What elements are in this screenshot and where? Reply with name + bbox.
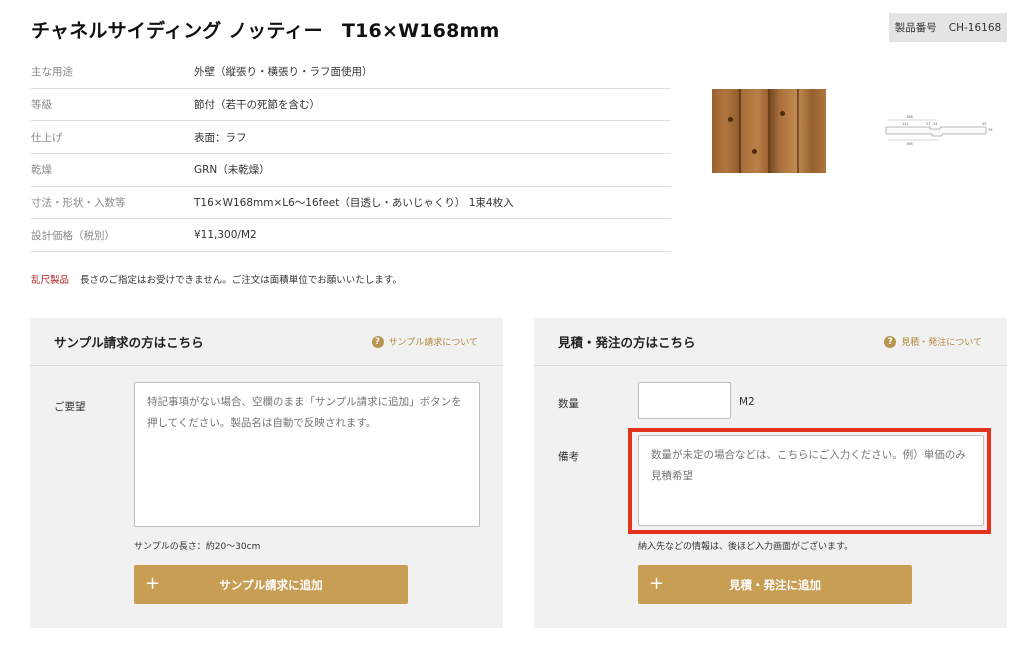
request-textarea[interactable]: [134, 382, 480, 527]
diagram-label: 45: [982, 122, 986, 126]
remarks-textarea[interactable]: [638, 435, 984, 526]
diagram-label: 24: [933, 122, 938, 126]
knot: [752, 149, 757, 154]
add-quote-button[interactable]: + 見積・発注に追加: [638, 565, 912, 604]
remarks-label: 備考: [558, 451, 579, 463]
spec-value: T16×W168mm×L6〜16feet（目透し・あいじゃくり） 1束4枚入: [194, 197, 514, 210]
diagram-label: 16: [988, 128, 992, 132]
order-help-link[interactable]: ? 見積・発注について: [884, 335, 982, 348]
quantity-label: 数量: [558, 398, 579, 410]
product-number-value: CH-16168: [948, 21, 1002, 34]
diagram-label: 27: [926, 122, 930, 126]
spec-value: GRN（未乾燥）: [194, 164, 270, 177]
order-help-link-label: 見積・発注について: [901, 338, 982, 348]
sample-request-panel: サンプル請求の方はこちら ? サンプル請求について ご要望 サンプルの長さ：約2…: [30, 318, 503, 628]
profile-diagram[interactable]: 168 141 27 24 16 45 166: [884, 110, 996, 150]
product-number-badge: 製品番号 CH-16168: [889, 13, 1007, 42]
diagram-label: 141: [902, 122, 909, 126]
add-sample-button-label: サンプル請求に追加: [219, 577, 323, 592]
knot: [780, 111, 785, 116]
spec-label: 乾燥: [31, 164, 52, 177]
board-seam: [797, 89, 799, 173]
board-seam: [739, 89, 741, 173]
question-circle-icon: ?: [884, 335, 897, 348]
knot: [728, 117, 733, 122]
spec-row: 寸法・形状・入数等 T16×W168mm×L6〜16feet（目透し・あいじゃく…: [31, 187, 671, 220]
spec-row: 等級 節付（若干の死節を含む）: [31, 89, 671, 122]
plus-icon: +: [145, 573, 161, 594]
product-photo[interactable]: [712, 89, 826, 173]
spec-value: 表面：ラフ: [194, 131, 247, 144]
product-title: チャネルサイディング ノッティー T16×W168mm: [31, 20, 500, 42]
spec-row: 乾燥 GRN（未乾燥）: [31, 154, 671, 187]
spec-row: 設計価格（税別） ¥11,300/M2: [31, 219, 671, 253]
spec-label: 等級: [31, 99, 52, 112]
order-panel-header: 見積・発注の方はこちら ? 見積・発注について: [534, 318, 1007, 366]
spec-row: 主な用途 外壁（縦張り・横張り・ラフ面使用）: [31, 56, 671, 89]
spec-table: 主な用途 外壁（縦張り・横張り・ラフ面使用） 等級 節付（若干の死節を含む） 仕…: [31, 56, 671, 253]
sample-help-link-label: サンプル請求について: [388, 338, 478, 348]
note-tag: 乱尺製品: [31, 275, 70, 286]
board-profile: [885, 126, 987, 137]
spec-label: 寸法・形状・入数等: [31, 197, 126, 210]
board-seam: [768, 89, 770, 173]
add-quote-button-label: 見積・発注に追加: [729, 577, 821, 592]
spec-label: 仕上げ: [31, 131, 63, 144]
add-sample-button[interactable]: + サンプル請求に追加: [134, 565, 408, 604]
quote-order-panel: 見積・発注の方はこちら ? 見積・発注について 数量 M2 備考 納入先などの情…: [534, 318, 1007, 628]
spec-value: 外壁（縦張り・横張り・ラフ面使用）: [194, 66, 373, 79]
sample-help-link[interactable]: ? サンプル請求について: [371, 335, 478, 348]
question-circle-icon: ?: [371, 335, 384, 348]
spec-value: ¥11,300/M2: [194, 229, 257, 242]
random-length-note: 乱尺製品 長さのご指定はお受けできません。ご注文は面積単位でお願いいたします。: [31, 272, 402, 286]
delivery-info-hint: 納入先などの情報は、後ほど入力画面がございます。: [638, 542, 854, 552]
sample-length-hint: サンプルの長さ：約20〜30cm: [134, 542, 261, 552]
product-number-label: 製品番号: [894, 22, 937, 34]
plus-icon: +: [649, 573, 665, 594]
request-label: ご要望: [54, 401, 86, 413]
diagram-label: 166: [906, 142, 913, 146]
order-panel-title: 見積・発注の方はこちら: [558, 335, 696, 350]
sample-panel-header: サンプル請求の方はこちら ? サンプル請求について: [30, 318, 503, 366]
spec-value: 節付（若干の死節を含む）: [194, 99, 320, 112]
spec-row: 仕上げ 表面：ラフ: [31, 121, 671, 155]
quantity-unit: M2: [739, 396, 755, 408]
quantity-input[interactable]: [638, 382, 731, 419]
note-text: 長さのご指定はお受けできません。ご注文は面積単位でお願いいたします。: [80, 275, 402, 286]
spec-label: 主な用途: [31, 66, 73, 79]
diagram-label: 168: [906, 115, 913, 119]
spec-label: 設計価格（税別）: [31, 229, 115, 242]
sample-panel-title: サンプル請求の方はこちら: [54, 335, 204, 350]
